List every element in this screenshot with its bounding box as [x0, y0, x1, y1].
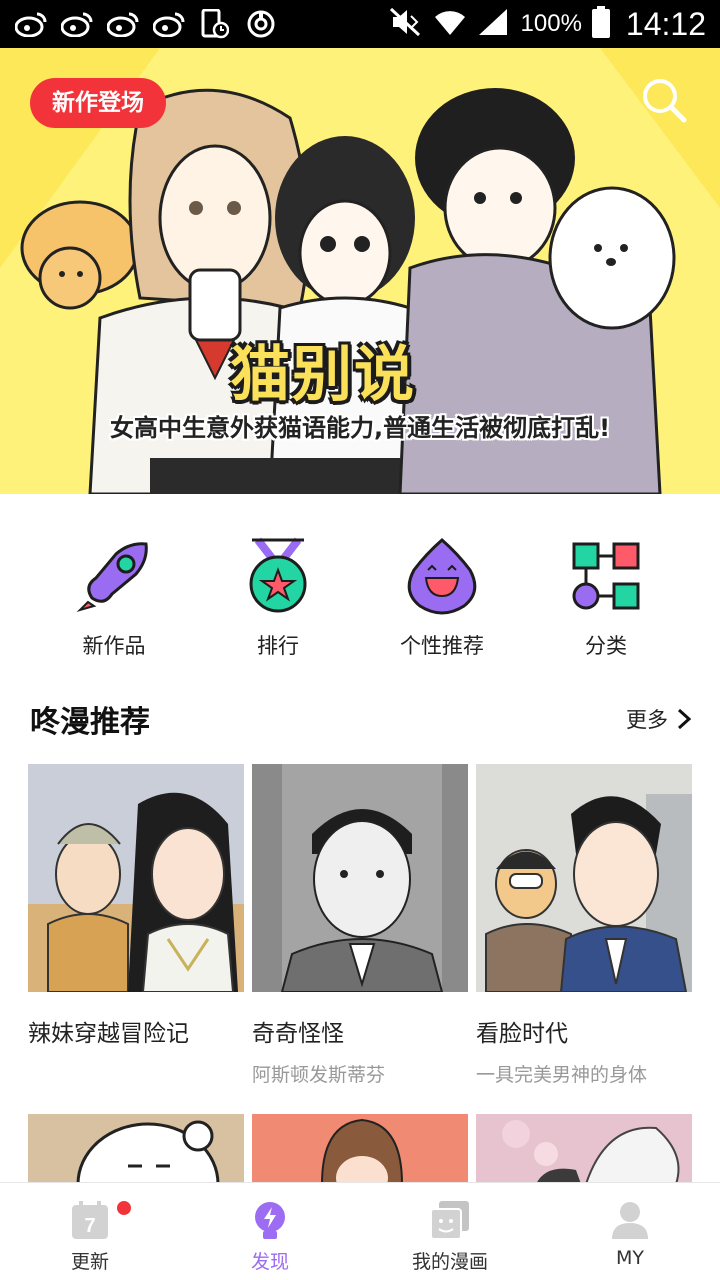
comic-title: 奇奇怪怪: [252, 1021, 344, 1047]
comic-title: 辣妹穿越冒险记: [28, 1021, 189, 1047]
rocket-icon: [74, 536, 154, 616]
drop-face-icon: [402, 536, 482, 616]
tab-discover[interactable]: 发现: [180, 1199, 360, 1274]
tab-label: MY: [616, 1247, 644, 1269]
quicknav-label: 新作品: [82, 634, 146, 658]
quick-nav: 新作品 排行 个性推荐 分类: [0, 494, 720, 674]
comic-subtitle: 阿斯顿发斯蒂芬: [252, 1064, 386, 1086]
comic-card[interactable]: 奇奇怪怪 阿斯顿发斯蒂芬: [252, 764, 468, 1087]
tab-my-comics[interactable]: 我的漫画: [360, 1199, 540, 1274]
notification-dot: [117, 1201, 131, 1215]
search-icon: [643, 79, 687, 123]
quicknav-category[interactable]: 分类: [524, 536, 688, 660]
more-label: 更多: [626, 708, 668, 732]
comic-title: 看脸时代: [476, 1021, 568, 1047]
banner-title: 猫别说: [230, 340, 416, 410]
comic-cover: [28, 1114, 244, 1184]
clock: 14:12: [625, 5, 706, 42]
comic-cover: [476, 1114, 692, 1184]
phone-clock-icon: [198, 8, 232, 40]
sync-icon: [244, 8, 278, 40]
quicknav-label: 分类: [585, 634, 627, 658]
quicknav-personal-recommend[interactable]: 个性推荐: [360, 536, 524, 660]
category-icon: [566, 536, 646, 616]
more-link[interactable]: 更多: [626, 704, 692, 734]
search-button[interactable]: [636, 72, 696, 132]
user-icon: [609, 1199, 651, 1241]
battery-percent: 100%: [520, 10, 582, 37]
tab-label: 我的漫画: [411, 1251, 488, 1273]
tab-updates[interactable]: 7 更新: [0, 1199, 180, 1274]
section-title: 咚漫推荐: [30, 705, 150, 740]
comic-cover: [252, 764, 468, 992]
bottom-nav: 7 更新 发现 我的漫画 MY: [0, 1182, 720, 1280]
tab-label: 发现: [250, 1251, 289, 1273]
comic-card[interactable]: [476, 1114, 692, 1184]
weibo-icon: [60, 8, 94, 40]
tab-my[interactable]: MY: [540, 1199, 720, 1269]
medal-icon: [238, 536, 318, 616]
featured-banner[interactable]: 新作登场 猫别说 女高中生意外获猫语能力,普通生活被彻底打乱!: [0, 48, 720, 494]
banner-subtitle: 女高中生意外获猫语能力,普通生活被彻底打乱!: [109, 414, 611, 442]
battery-icon: [591, 6, 610, 42]
comic-cover: [28, 764, 244, 992]
weibo-icon: [106, 8, 140, 40]
comic-cover: [476, 764, 692, 992]
lightning-bulb-icon: [249, 1199, 291, 1241]
weibo-icon: [14, 8, 48, 40]
calendar-icon: 7: [69, 1199, 131, 1241]
comic-card[interactable]: 辣妹穿越冒险记: [28, 764, 244, 1048]
chevron-right-icon: [677, 708, 692, 730]
weibo-icon: [152, 8, 186, 40]
tab-label: 更新: [70, 1251, 109, 1273]
comic-card[interactable]: [252, 1114, 468, 1184]
wifi-icon: [433, 7, 467, 41]
comic-card[interactable]: 看脸时代 一具完美男神的身体: [476, 764, 692, 1087]
comic-card[interactable]: [28, 1114, 244, 1184]
comic-subtitle: 一具完美男神的身体: [476, 1064, 648, 1086]
signal-icon: [477, 7, 511, 41]
status-bar: 100% 14:12: [0, 0, 720, 48]
mute-icon: [389, 7, 423, 41]
calendar-day: 7: [84, 1215, 95, 1237]
quicknav-label: 个性推荐: [400, 634, 484, 658]
quicknav-ranking[interactable]: 排行: [196, 536, 360, 660]
quicknav-label: 排行: [257, 634, 299, 658]
new-release-tag: 新作登场: [30, 78, 166, 128]
quicknav-new-works[interactable]: 新作品: [32, 536, 196, 660]
library-icon: [429, 1199, 471, 1241]
comic-cover: [252, 1114, 468, 1184]
